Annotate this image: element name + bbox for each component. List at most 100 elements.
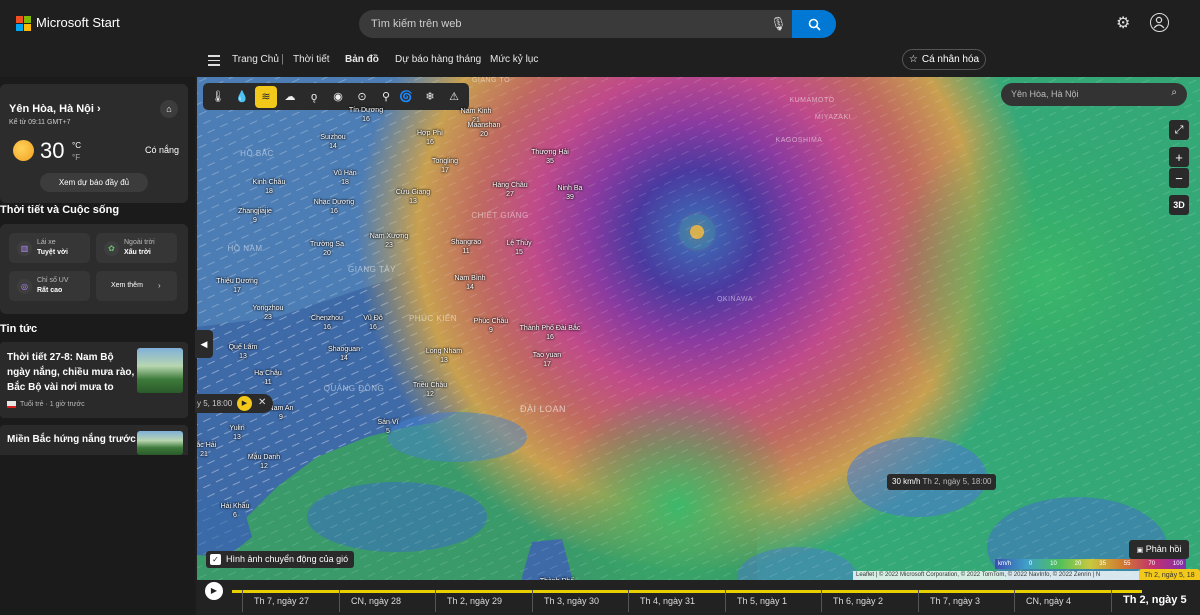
news-card[interactable]: Miền Bắc hứng nắng trước [0,425,188,455]
brand[interactable]: Microsoft Start [16,15,120,31]
legend-value: 70 [1148,561,1156,567]
timeline-day[interactable]: CN, ngày 4 [1026,596,1071,606]
play-icon[interactable]: ▶ [237,396,252,411]
hazard-toolbar: 🌀 ❄ ⚠ [391,83,469,110]
city-label: Thành Phố Đài Bắc 16 [520,324,581,342]
rain-icon[interactable]: 💧 [231,86,253,108]
city-label: Nam Xương 23 [370,232,408,250]
humidity-icon[interactable]: ǫ [303,86,325,108]
life-section-title: Thời tiết và Cuộc sống [0,204,120,216]
zoom-in-icon[interactable]: + [1169,147,1189,167]
city-label: Hạ Châu 11 [254,369,282,387]
unit-fahrenheit[interactable]: °F [72,153,80,162]
city-name: Shangrao [450,239,482,246]
home-icon[interactable]: ⌂ [160,100,178,118]
timeline-day[interactable]: Th 4, ngày 31 [640,596,695,606]
map-location-search[interactable]: Yên Hòa, Hà Nội ⌕ [1001,83,1187,106]
city-wind-speed: 16 [369,324,377,331]
city-name: Tongling [431,158,459,165]
city-name: Thượng Hải [531,149,569,156]
weather-map[interactable]: 🌡 💧 ≋ ☁ ǫ ◉ ⊙ ⚲ 🌀 ❄ ⚠ Yên Hòa, Hà Nội ⌕ … [197,77,1200,615]
close-icon[interactable]: ✕ [258,397,266,408]
tile-label: Chỉ số UV [37,277,69,284]
nav-home[interactable]: Trang Chủ [232,54,279,65]
search-input[interactable]: Tìm kiếm trên web [371,18,461,30]
city-label: Yulin 13 [229,424,244,442]
expand-icon[interactable]: ⤢ [1169,120,1189,140]
time-selection-pill[interactable]: y 5, 18:00 ▶ ✕ [195,394,273,413]
timeline-day[interactable]: Th 6, ngày 2 [833,596,883,606]
see-more-tile[interactable]: Xem thêm › [96,271,177,301]
nav-monthly-forecast[interactable]: Dự báo hàng tháng [395,54,481,65]
nav-weather[interactable]: Thời tiết [293,54,330,65]
city-wind-speed: 20 [323,250,331,257]
news-headline[interactable]: Thời tiết 27-8: Nam Bộ ngày nắng, chiều … [7,350,135,395]
timeline-day[interactable]: Th 7, ngày 27 [254,596,309,606]
microphone-icon[interactable]: 🎙 [770,16,787,32]
timeline-play-icon[interactable]: ▶ [205,582,223,600]
location-name[interactable]: Yên Hòa, Hà Nội › [9,103,101,115]
map-search-input[interactable]: Yên Hòa, Hà Nội [1011,89,1079,99]
city-wind-speed: 6 [233,512,237,519]
feedback-icon: ▣ [1136,547,1144,554]
wind-icon[interactable]: ≋ [255,85,277,108]
unit-celsius[interactable]: °C [72,141,81,150]
pressure-icon[interactable]: ⊙ [351,86,373,108]
profile-avatar-icon[interactable] [1150,13,1169,32]
city-wind-speed: 14 [340,355,348,362]
zoom-out-icon[interactable]: − [1169,168,1189,188]
timeline-day[interactable]: Th 2, ngày 5 [1123,594,1187,606]
checkbox-checked-icon[interactable]: ✓ [210,554,221,565]
news-section-title: Tin tức [0,323,38,335]
hurricane-icon[interactable]: 🌀 [395,86,417,108]
personalize-button[interactable]: ☆ Cá nhân hóa [902,49,986,70]
city-name: Quế Lâm [228,344,258,351]
wind-speed-tooltip: 30 km/h Th 2, ngày 5, 18:00 [887,474,997,490]
nav-records[interactable]: Mức kỷ lục [490,54,538,65]
cloud-icon[interactable]: ☁ [279,86,301,108]
news-card[interactable]: Thời tiết 27-8: Nam Bộ ngày nắng, chiều … [0,342,188,418]
tile-outdoor[interactable]: ✿ Ngoài trời Xấu trời [96,233,177,263]
city-name: Hàng Châu [492,182,528,189]
wind-animation-toggle[interactable]: ✓ Hình ảnh chuyển động của gió [206,551,355,568]
day-divider [821,590,822,612]
timeline-day[interactable]: Th 2, ngày 29 [447,596,502,606]
legend-value: 10 [1050,561,1057,567]
temperature-icon[interactable]: 🌡 [207,86,229,108]
timeline-day[interactable]: Th 3, ngày 30 [544,596,599,606]
region-label: QUẢNG ĐÔNG [323,384,385,393]
region-label: KUMAMOTO [789,97,835,104]
nav-maps[interactable]: Bản đồ [345,54,379,65]
alert-icon[interactable]: ⚠ [443,86,465,108]
web-search-bar[interactable]: Tìm kiếm trên web 🎙 [359,10,836,38]
full-forecast-button[interactable]: Xem dự báo đầy đủ [40,173,148,192]
city-name: Kinh Châu [252,179,286,186]
visibility-icon[interactable]: ◉ [327,86,349,108]
3d-mode-button[interactable]: 3D [1169,195,1189,215]
timeline-day[interactable]: Th 5, ngày 1 [737,596,787,606]
feedback-button[interactable]: ▣ Phản hồi [1129,540,1189,559]
hamburger-menu-icon[interactable] [208,55,220,69]
tile-value: Xấu trời [124,249,151,256]
timeline-progress[interactable] [232,590,1142,593]
city-wind-speed: 11 [264,379,272,386]
timeline-day[interactable]: Th 7, ngày 3 [930,596,980,606]
search-button[interactable] [792,10,836,38]
tile-driving[interactable]: ▥ Lái xe Tuyệt vời [9,233,90,263]
city-label: Tongling 17 [432,157,458,175]
search-icon[interactable]: ⌕ [1171,87,1177,98]
wind-speed-legend: km/h 0 10 20 35 55 70 100 [995,559,1186,569]
city-wind-speed: 20 [480,131,488,138]
timeline-day[interactable]: CN, ngày 28 [351,596,401,606]
city-wind-speed: 12 [260,463,268,470]
brand-name: Microsoft Start [36,15,120,30]
map-attribution[interactable]: Leaflet | © 2022 Microsoft Corporation, … [853,571,1140,580]
day-divider [628,590,629,612]
news-headline[interactable]: Miền Bắc hứng nắng trước [7,432,142,447]
current-weather-card[interactable]: Yên Hòa, Hà Nội › Kể từ 09:11 GMT+7 ⌂ 30… [0,84,188,203]
city-wind-speed: 16 [362,116,370,123]
snow-icon[interactable]: ❄ [419,86,441,108]
collapse-sidebar-icon[interactable]: ◀ [195,330,213,358]
settings-gear-icon[interactable]: ⚙ [1116,13,1130,33]
tile-uv[interactable]: ◎ Chỉ số UV Rất cao [9,271,90,301]
